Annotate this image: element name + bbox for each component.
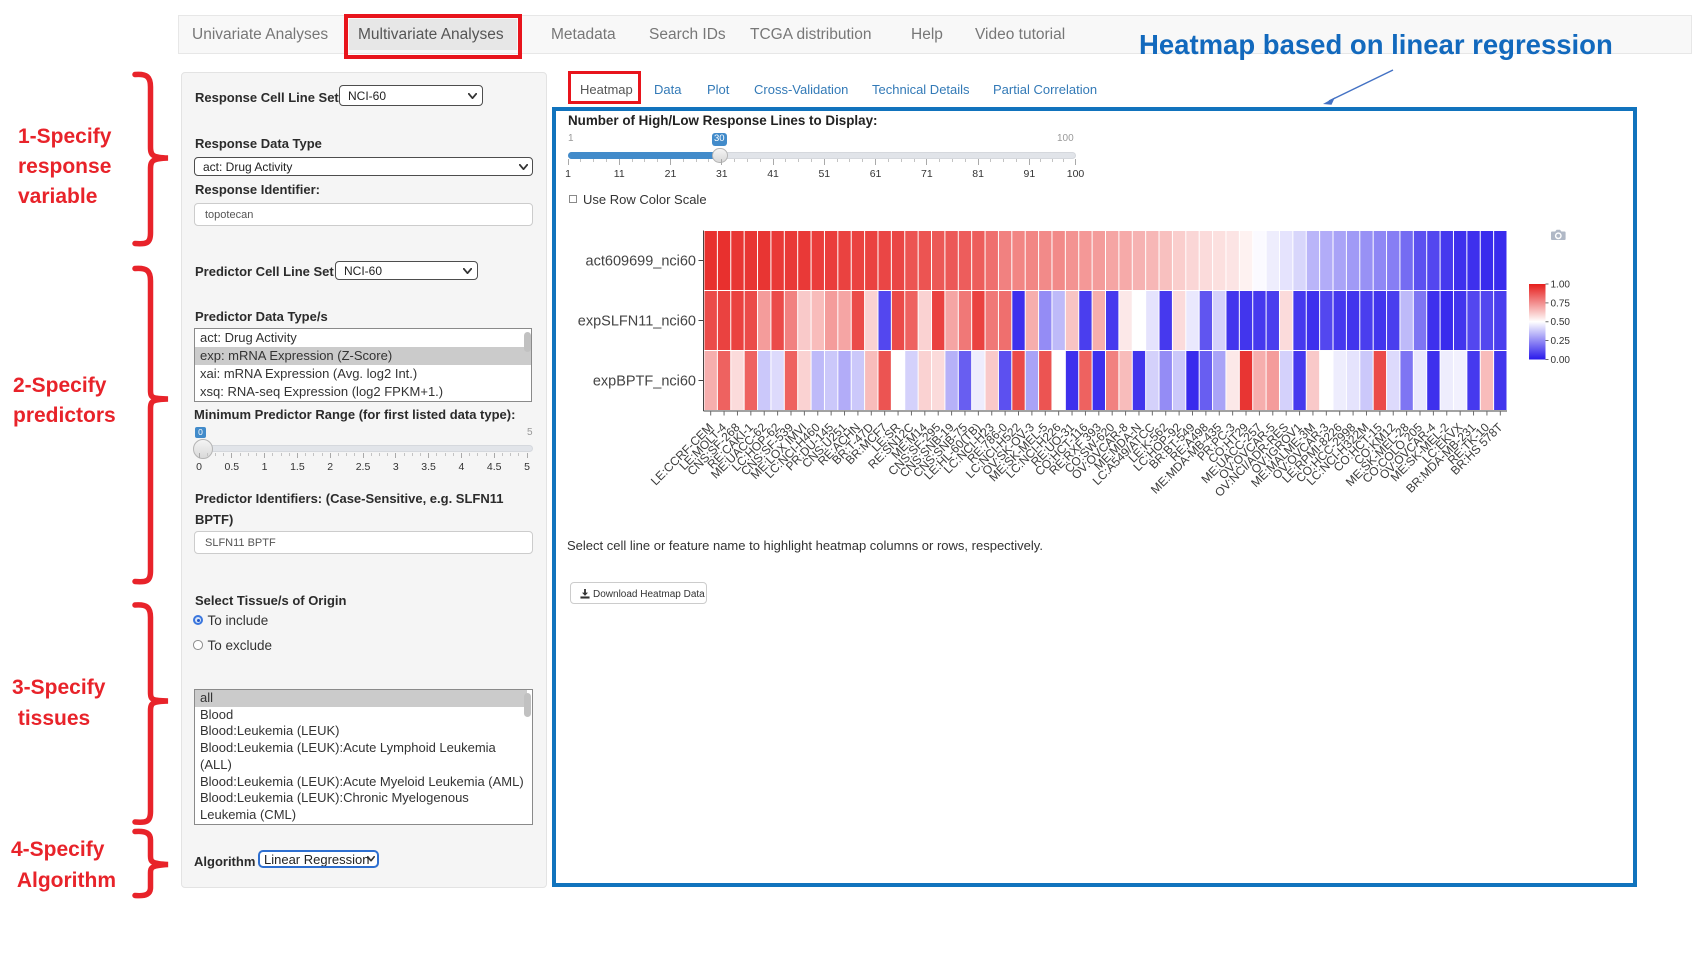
svg-text:expSLFN11_nci60: expSLFN11_nci60 bbox=[578, 314, 696, 330]
svg-text:0.50: 0.50 bbox=[1551, 317, 1571, 328]
svg-text:0.75: 0.75 bbox=[1551, 298, 1571, 309]
svg-text:act609699_nci60: act609699_nci60 bbox=[586, 254, 696, 270]
svg-text:1.00: 1.00 bbox=[1551, 280, 1571, 291]
svg-text:expBPTF_nci60: expBPTF_nci60 bbox=[593, 374, 696, 390]
svg-text:0.00: 0.00 bbox=[1551, 355, 1571, 366]
svg-text:0.25: 0.25 bbox=[1551, 336, 1571, 347]
